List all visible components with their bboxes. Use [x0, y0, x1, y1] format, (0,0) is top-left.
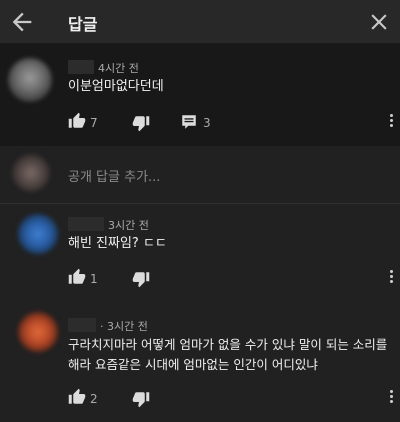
like-icon[interactable]	[68, 388, 86, 406]
parent-comment: 4시간 전 이분엄마없다던데 7 3	[0, 44, 400, 146]
comment-text: 구라치지마라 어떻게 엄마가 없을 수가 있냐 말이 되는 소리를	[68, 337, 388, 352]
more-options-icon[interactable]	[388, 270, 394, 288]
like-count: 2	[90, 392, 98, 406]
author-name-redacted[interactable]	[68, 60, 94, 74]
add-reply-input[interactable]: 공개 답글 추가...	[68, 166, 160, 185]
like-count: 1	[90, 272, 98, 286]
reply-comment: 3시간 전 해빈 진짜임? ㄷㄷ 1	[0, 204, 400, 296]
top-bar: 답글	[0, 0, 400, 44]
reply-count: 3	[203, 116, 211, 130]
like-count: 7	[90, 116, 98, 130]
dislike-icon[interactable]	[132, 114, 150, 132]
like-icon[interactable]	[68, 268, 86, 286]
avatar[interactable]	[18, 312, 58, 352]
reply-comment: · 3시간 전 구라치지마라 어떻게 엄마가 없을 수가 있냐 말이 되는 소리…	[0, 308, 400, 422]
page-title: 답글	[68, 15, 98, 34]
more-options-icon[interactable]	[388, 390, 394, 408]
avatar	[12, 154, 50, 192]
avatar[interactable]	[8, 58, 52, 102]
add-reply-row[interactable]: 공개 답글 추가...	[0, 146, 400, 204]
author-name-redacted[interactable]	[68, 217, 104, 231]
comment-time: 4시간 전	[98, 62, 139, 75]
close-icon[interactable]	[366, 9, 392, 35]
more-options-icon[interactable]	[388, 114, 394, 132]
comment-time: · 3시간 전	[100, 320, 148, 333]
author-name-redacted[interactable]	[68, 318, 96, 332]
back-arrow-icon[interactable]	[8, 8, 36, 36]
reply-icon[interactable]	[180, 113, 198, 131]
like-icon[interactable]	[68, 112, 86, 130]
dislike-icon[interactable]	[132, 270, 150, 288]
dislike-icon[interactable]	[132, 390, 150, 408]
comment-text: 이분엄마없다던데	[68, 79, 164, 94]
comment-text: 해빈 진짜임? ㄷㄷ	[68, 236, 167, 251]
avatar[interactable]	[18, 214, 58, 254]
comment-time: 3시간 전	[108, 219, 149, 232]
comment-text: 해라 요즘같은 시대에 엄마없는 인간이 어디있냐	[68, 357, 318, 372]
